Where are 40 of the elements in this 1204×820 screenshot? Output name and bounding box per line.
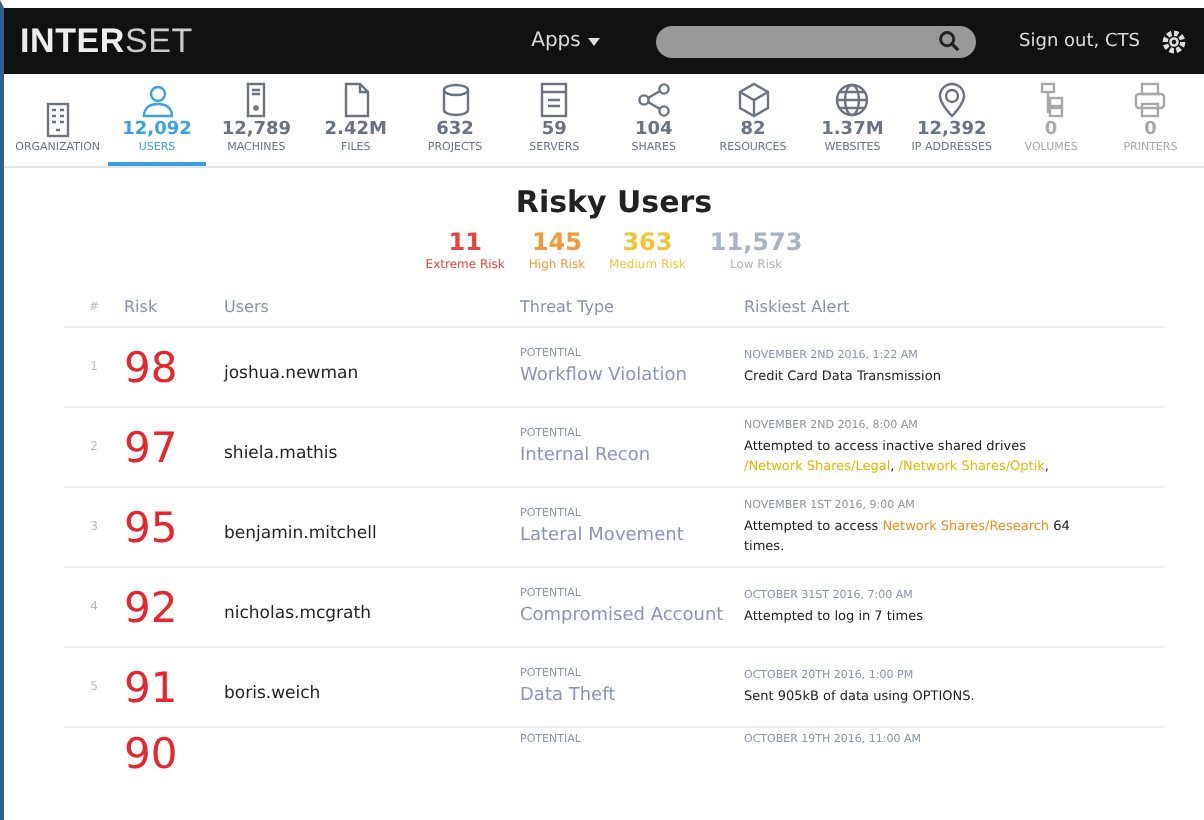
user-link[interactable]: shiela.mathis <box>224 444 338 464</box>
user-icon <box>139 82 175 118</box>
risk-count: 145 <box>531 228 582 256</box>
threat-type-link[interactable]: Compromised Account <box>520 604 724 628</box>
user-link[interactable]: boris.weich <box>224 684 321 704</box>
location-pin-icon <box>933 82 970 118</box>
search-field[interactable] <box>655 25 976 57</box>
page-title: Risky Users <box>513 184 715 220</box>
column-header: Risk <box>124 298 160 316</box>
risk-score: 91 <box>124 663 178 711</box>
risk-score: 90 <box>124 730 178 778</box>
risk-score: 92 <box>124 583 178 631</box>
risk-count: 11,573 <box>709 228 803 256</box>
sign-out-link[interactable]: Sign out, CTS <box>1019 31 1140 51</box>
caret-icon <box>587 38 600 46</box>
cube-icon <box>735 82 772 118</box>
globe-icon <box>834 82 871 118</box>
cylinder-icon <box>437 82 474 118</box>
logo: INTERSET <box>20 21 193 61</box>
share-icon <box>635 82 672 118</box>
printer-icon <box>1132 82 1169 118</box>
risk-score: 95 <box>124 503 178 551</box>
risk-count: 363 <box>622 228 673 256</box>
column-header: Riskiest Alert <box>744 298 852 316</box>
threat-type-link[interactable]: Internal Recon <box>520 444 651 468</box>
column-header: Users <box>224 298 271 316</box>
user-link[interactable]: benjamin.mitchell <box>224 524 377 544</box>
user-link[interactable]: joshua.newman <box>224 364 359 384</box>
column-header: Threat Type <box>520 298 616 316</box>
threat-type-link[interactable]: Data Theft <box>520 684 616 708</box>
search-icon <box>937 30 960 52</box>
server-icon <box>536 82 573 118</box>
risk-count: 11 <box>448 228 482 256</box>
threat-type-link[interactable]: Lateral Movement <box>520 524 684 548</box>
threat-type-link[interactable]: Workflow Violation <box>520 364 687 388</box>
risk-score: 97 <box>124 423 178 471</box>
risk-score: 98 <box>124 343 178 391</box>
apps-menu[interactable]: Apps <box>519 30 612 52</box>
settings-icon[interactable] <box>1160 27 1188 55</box>
user-link[interactable]: nicholas.mcgrath <box>224 604 371 624</box>
